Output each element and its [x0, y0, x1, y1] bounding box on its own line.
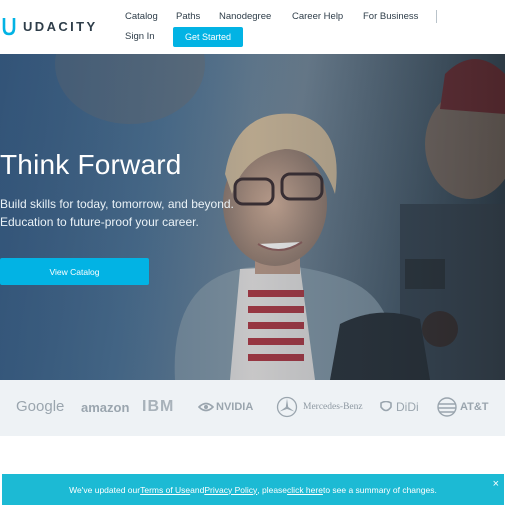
- get-started-button[interactable]: Get Started: [173, 27, 243, 47]
- partner-logos: Google amazon IBM NVIDIA Mercedes-Benz D…: [0, 380, 505, 436]
- didi-logo-icon: [380, 400, 392, 411]
- click-here-link[interactable]: click here: [287, 485, 323, 495]
- privacy-policy-link[interactable]: Privacy Policy: [204, 485, 257, 495]
- hero-subtitle-line2: Education to future-proof your career.: [0, 215, 199, 229]
- mercedes-benz-logo: Mercedes-Benz: [276, 396, 363, 418]
- view-catalog-button[interactable]: View Catalog: [0, 258, 149, 285]
- google-logo: Google: [16, 398, 65, 415]
- nav-paths[interactable]: Paths: [176, 11, 200, 22]
- nav-divider: [436, 10, 437, 23]
- att-logo: AT&T: [437, 397, 489, 417]
- hero-title: Think Forward: [0, 149, 182, 180]
- site-header: UDACITY Catalog Paths Nanodegree Career …: [0, 0, 505, 54]
- notice-and: and: [190, 484, 205, 495]
- mercedes-star-icon: [276, 396, 298, 418]
- nvidia-eye-icon: [198, 402, 214, 412]
- nvidia-logo: NVIDIA: [198, 401, 253, 413]
- nav-nanodegree[interactable]: Nanodegree: [219, 11, 271, 22]
- policy-update-banner: We've updated our Terms of Use and Priva…: [2, 474, 504, 505]
- amazon-logo: amazon: [81, 400, 130, 415]
- close-icon[interactable]: ×: [493, 478, 499, 490]
- hero-banner: Think Forward Build skills for today, to…: [0, 54, 505, 380]
- terms-of-use-link[interactable]: Terms of Use: [140, 485, 190, 495]
- brand-name: UDACITY: [23, 18, 98, 34]
- hero-subtitle: Build skills for today, tomorrow, and be…: [0, 195, 234, 231]
- nav-catalog[interactable]: Catalog: [125, 11, 158, 22]
- notice-suffix: to see a summary of changes.: [322, 484, 437, 495]
- notice-prefix: We've updated our: [69, 484, 141, 495]
- didi-logo: DiDi: [379, 400, 419, 414]
- nav-career-help[interactable]: Career Help: [292, 11, 343, 22]
- notice-mid: , please: [257, 484, 288, 495]
- att-globe-icon: [437, 397, 457, 417]
- sign-in-link[interactable]: Sign In: [125, 31, 155, 42]
- udacity-logo-icon: [2, 18, 16, 36]
- ibm-logo: IBM: [142, 398, 175, 415]
- udacity-logo[interactable]: UDACITY: [2, 16, 98, 36]
- nav-for-business[interactable]: For Business: [363, 11, 418, 22]
- hero-subtitle-line1: Build skills for today, tomorrow, and be…: [0, 197, 234, 211]
